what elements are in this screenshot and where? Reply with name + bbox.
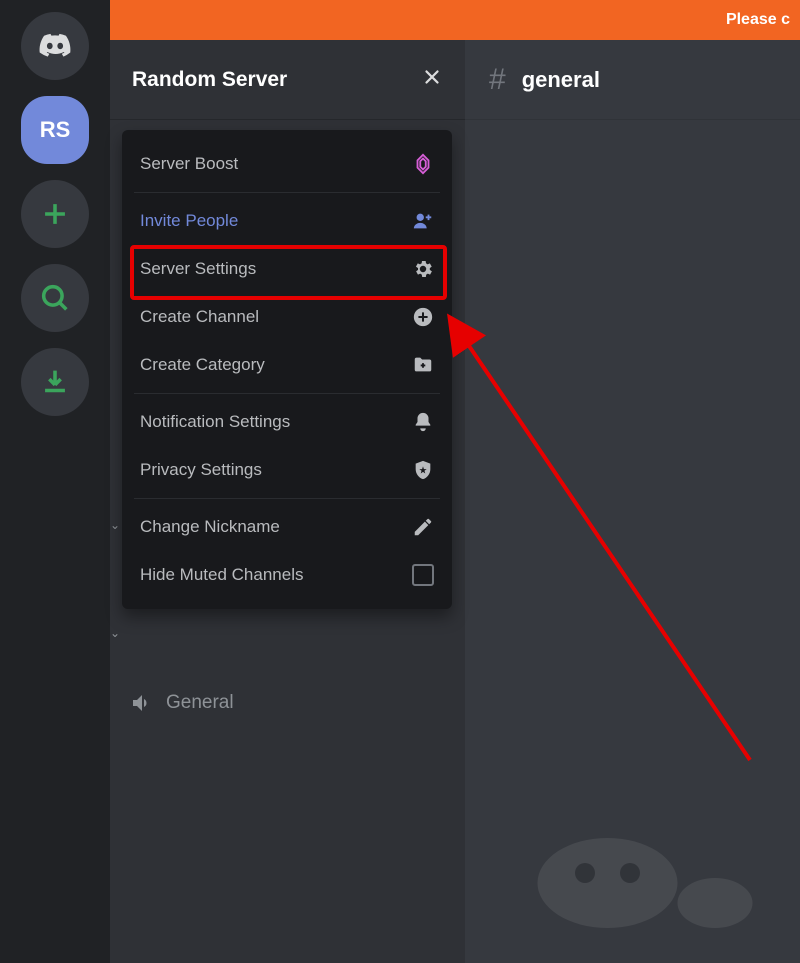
server-name-label: Random Server [132, 68, 287, 92]
menu-item-server-boost[interactable]: Server Boost [122, 140, 452, 188]
channel-list: General [130, 685, 465, 721]
voice-channel-item[interactable]: General [130, 685, 465, 721]
notice-banner: Please c [0, 0, 800, 40]
menu-separator [134, 498, 440, 499]
close-icon[interactable] [421, 66, 443, 94]
gear-icon [412, 258, 434, 280]
menu-item-create-category[interactable]: Create Category [122, 341, 452, 389]
menu-separator [134, 393, 440, 394]
server-avatar-selected[interactable]: RS [21, 96, 89, 164]
invite-person-plus-icon [412, 210, 434, 232]
speaker-icon [130, 691, 154, 715]
menu-item-privacy-settings[interactable]: Privacy Settings [122, 446, 452, 494]
menu-label: Invite People [140, 211, 238, 231]
add-server-button[interactable] [21, 180, 89, 248]
server-header[interactable]: Random Server [110, 40, 465, 120]
menu-item-notification-settings[interactable]: Notification Settings [122, 398, 452, 446]
hash-icon: # [489, 63, 506, 97]
home-button[interactable] [21, 12, 89, 80]
notice-banner-text: Please c [726, 11, 790, 28]
download-icon [38, 365, 72, 399]
menu-label: Hide Muted Channels [140, 565, 303, 585]
menu-separator [134, 192, 440, 193]
plus-circle-icon [412, 306, 434, 328]
plus-icon [38, 197, 72, 231]
menu-item-server-settings[interactable]: Server Settings [122, 245, 452, 293]
shield-icon [412, 459, 434, 481]
voice-channel-label: General [166, 692, 234, 714]
menu-label: Create Category [140, 355, 265, 375]
download-apps-button[interactable] [21, 348, 89, 416]
chat-header: # general [465, 40, 800, 120]
guild-sidebar: RS [0, 0, 110, 963]
menu-item-invite-people[interactable]: Invite People [122, 197, 452, 245]
boost-gem-icon [412, 153, 434, 175]
category-chevron-icon: ⌄ [110, 518, 120, 532]
menu-label: Notification Settings [140, 412, 290, 432]
menu-label: Create Channel [140, 307, 259, 327]
discord-logo-icon [38, 29, 72, 63]
bell-icon [412, 411, 434, 433]
chat-area: # general [465, 40, 800, 963]
wumpus-placeholder-icon [520, 783, 770, 933]
menu-label: Server Settings [140, 259, 256, 279]
folder-plus-icon [412, 354, 434, 376]
menu-label: Privacy Settings [140, 460, 262, 480]
menu-item-change-nickname[interactable]: Change Nickname [122, 503, 452, 551]
menu-label: Server Boost [140, 154, 238, 174]
server-dropdown-menu: Server Boost Invite People Server Settin… [122, 130, 452, 609]
menu-item-hide-muted-channels[interactable]: Hide Muted Channels [122, 551, 452, 599]
explore-servers-button[interactable] [21, 264, 89, 332]
magnifier-icon [38, 281, 72, 315]
pencil-icon [412, 516, 434, 538]
chat-channel-name: general [522, 67, 600, 93]
server-avatar-initials: RS [40, 117, 71, 143]
category-chevron-icon: ⌄ [110, 626, 120, 640]
checkbox-unchecked-icon [412, 564, 434, 586]
menu-label: Change Nickname [140, 517, 280, 537]
menu-item-create-channel[interactable]: Create Channel [122, 293, 452, 341]
